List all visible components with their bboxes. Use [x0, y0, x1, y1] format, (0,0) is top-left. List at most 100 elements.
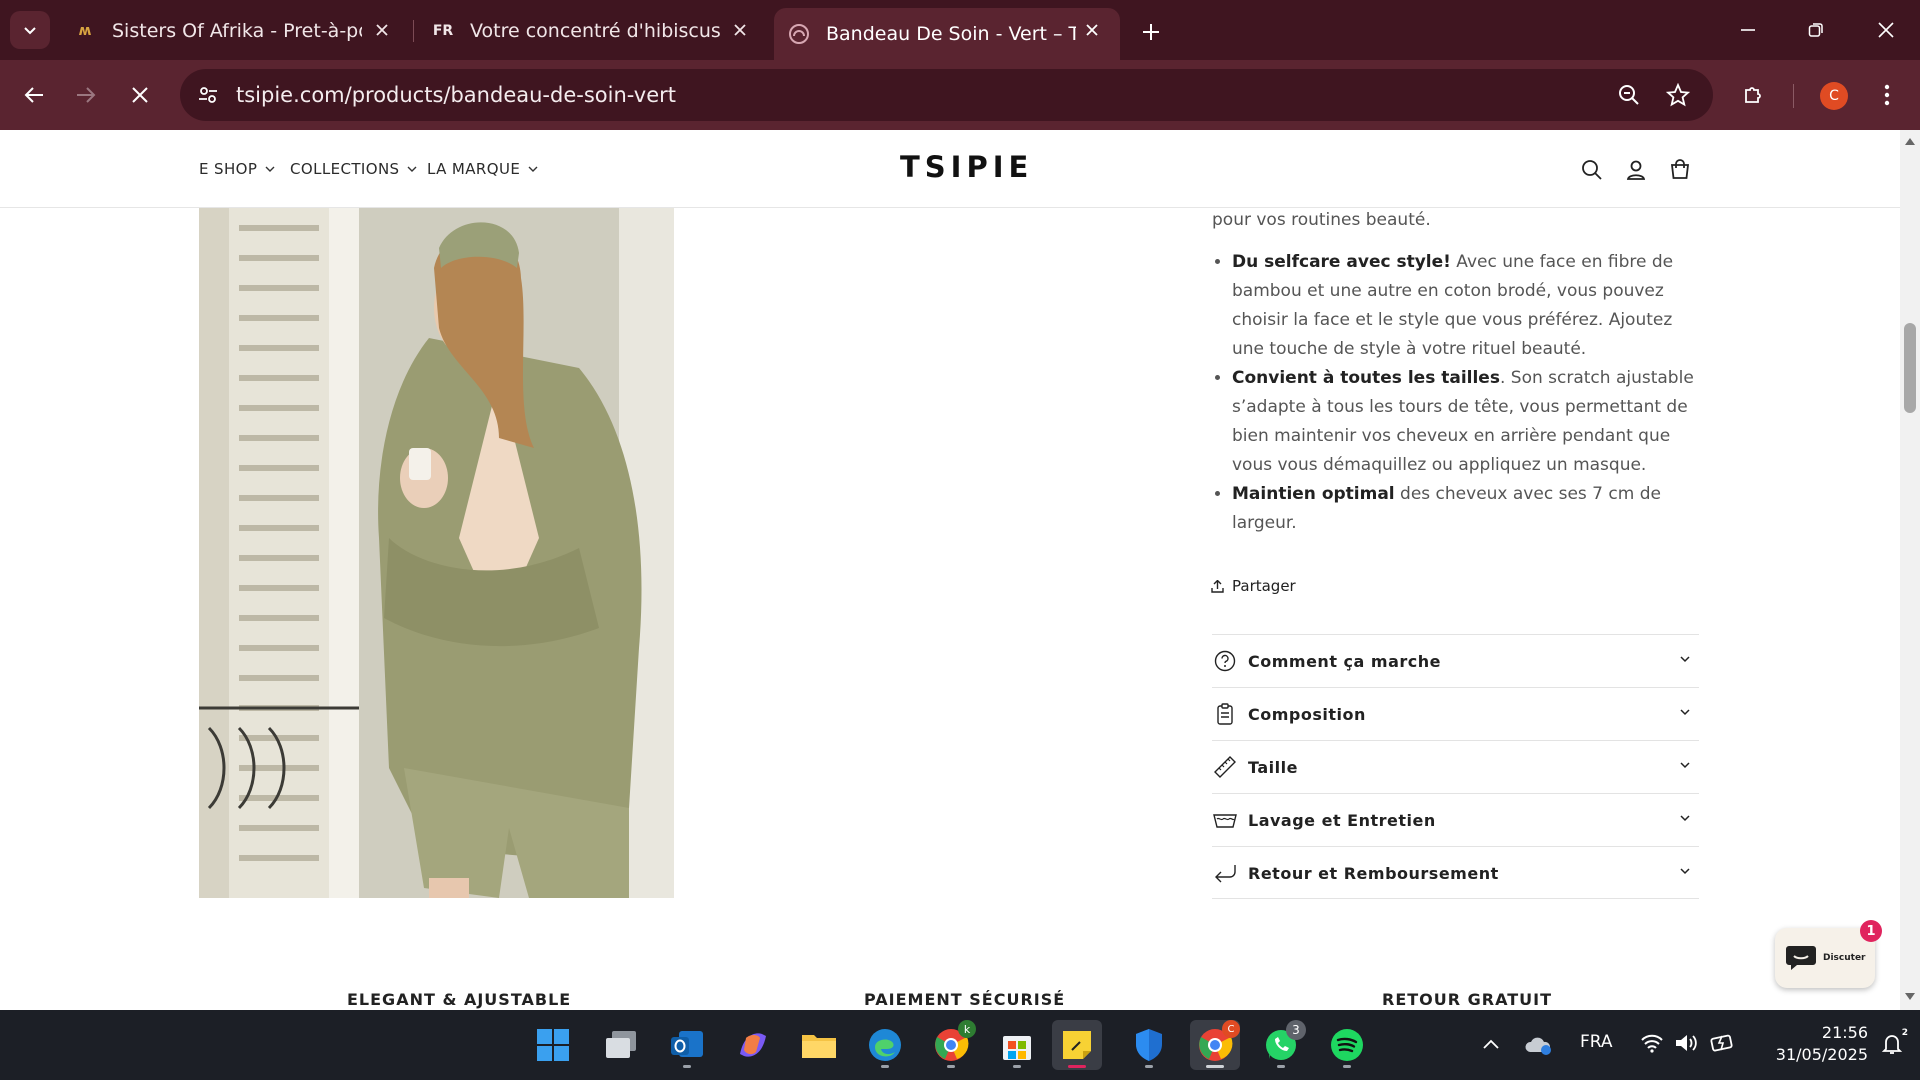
forward-button[interactable]	[66, 75, 106, 115]
site-logo[interactable]: TSIPIE	[900, 150, 1028, 184]
taskbar-whatsapp[interactable]: 3	[1256, 1020, 1306, 1070]
nav-label: E SHOP	[199, 160, 258, 178]
taskbar-sticky-notes[interactable]	[1052, 1020, 1102, 1070]
bookmark-star-icon[interactable]	[1662, 79, 1694, 111]
return-arrow-icon	[1212, 860, 1238, 886]
accordion-label: Lavage et Entretien	[1248, 810, 1436, 830]
tab-hibiscus[interactable]: FR Votre concentré d'hibiscus natu	[418, 8, 768, 53]
running-indicator	[947, 1065, 955, 1068]
running-indicator	[881, 1065, 889, 1068]
taskbar-chrome-profile-k[interactable]: k	[926, 1020, 976, 1070]
chevron-down-icon	[1680, 709, 1690, 716]
taskbar-microsoft-store[interactable]	[992, 1020, 1042, 1070]
task-view-button[interactable]	[596, 1020, 646, 1070]
account-icon[interactable]	[1622, 156, 1650, 184]
back-button[interactable]	[14, 75, 54, 115]
product-photo[interactable]	[199, 208, 674, 898]
address-bar[interactable]: tsipie.com/products/bandeau-de-soin-vert	[180, 69, 1713, 121]
puzzle-icon	[1745, 87, 1761, 103]
scrollbar-thumb[interactable]	[1904, 323, 1916, 413]
taskbar-defender[interactable]	[1124, 1020, 1174, 1070]
unread-badge: 3	[1286, 1020, 1306, 1040]
chevron-down-icon	[1680, 815, 1690, 822]
tab-bandeau-de-soin[interactable]: Bandeau De Soin - Vert – TSIPIE	[774, 8, 1120, 60]
taskbar-outlook[interactable]	[662, 1020, 712, 1070]
ruler-icon	[1212, 754, 1238, 780]
close-icon[interactable]	[370, 18, 394, 42]
wifi-icon[interactable]	[1640, 1032, 1664, 1054]
search-icon[interactable]	[1578, 156, 1606, 184]
stop-loading-button[interactable]	[120, 75, 160, 115]
taskbar-copilot[interactable]	[728, 1020, 778, 1070]
accordion-retour-remboursement[interactable]: Retour et Remboursement	[1212, 846, 1699, 899]
scroll-up-icon[interactable]	[1904, 136, 1916, 146]
chat-widget-button[interactable]: Discuter	[1775, 928, 1875, 988]
accordion-composition[interactable]: Composition	[1212, 687, 1699, 740]
chevron-down-icon	[24, 27, 36, 35]
volume-icon[interactable]	[1674, 1032, 1698, 1054]
input-language[interactable]: FRA	[1580, 1032, 1613, 1052]
accordion-label: Taille	[1248, 757, 1298, 777]
zoom-icon[interactable]	[1613, 79, 1645, 111]
taskbar-file-explorer[interactable]	[794, 1020, 844, 1070]
battery-charging-icon[interactable]	[1710, 1032, 1736, 1054]
feature-list: Du selfcare avec style! Avec une face en…	[1212, 248, 1702, 538]
clock-time: 21:56	[1821, 1023, 1868, 1042]
onedrive-icon[interactable]	[1524, 1034, 1554, 1056]
running-indicator	[1206, 1065, 1224, 1068]
running-indicator	[1343, 1065, 1351, 1068]
notifications-button[interactable]: 2	[1880, 1028, 1908, 1058]
nav-eshop[interactable]: E SHOP	[199, 160, 275, 178]
task-view-icon	[606, 1031, 636, 1058]
minimize-button[interactable]	[1726, 10, 1770, 50]
start-button[interactable]	[528, 1020, 578, 1070]
chat-label: Discuter	[1823, 953, 1866, 963]
badge-paiement-securise: PAIEMENT SÉCURISÉ	[864, 990, 1066, 1009]
list-item: Du selfcare avec style! Avec une face en…	[1232, 248, 1702, 364]
close-icon	[132, 87, 148, 103]
site-settings-icon[interactable]	[192, 79, 224, 111]
browser-menu-button[interactable]	[1867, 75, 1907, 115]
site-header: E SHOP COLLECTIONS LA MARQUE TSIPIE	[0, 130, 1900, 208]
new-tab-button[interactable]	[1133, 14, 1169, 50]
tab-sisters-of-afrika[interactable]: ʍ Sisters Of Afrika - Pret-à-porter	[60, 8, 410, 53]
close-window-button[interactable]	[1864, 10, 1908, 50]
nav-la-marque[interactable]: LA MARQUE	[427, 160, 538, 178]
taskbar-clock[interactable]: 21:56 31/05/2025	[1758, 1022, 1868, 1066]
tray-overflow-chevron-icon[interactable]	[1482, 1038, 1500, 1050]
store-icon	[1003, 1036, 1031, 1060]
running-indicator	[1277, 1065, 1285, 1068]
accordion-taille[interactable]: Taille	[1212, 740, 1699, 793]
tab-search-button[interactable]	[10, 11, 50, 49]
accordion-lavage-entretien[interactable]: Lavage et Entretien	[1212, 793, 1699, 846]
page-scrollbar[interactable]	[1900, 130, 1920, 1010]
profile-avatar[interactable]: C	[1820, 82, 1848, 110]
browser-toolbar: tsipie.com/products/bandeau-de-soin-vert…	[0, 60, 1920, 130]
cart-icon[interactable]	[1666, 156, 1694, 184]
nav-collections[interactable]: COLLECTIONS	[290, 160, 417, 178]
accordion-label: Retour et Remboursement	[1248, 863, 1499, 883]
chevron-down-icon	[1680, 868, 1690, 875]
minimize-icon	[1741, 29, 1755, 31]
url-text: tsipie.com/products/bandeau-de-soin-vert	[236, 83, 676, 107]
chat-notification-badge: 1	[1860, 920, 1882, 942]
outlook-icon	[671, 1031, 703, 1057]
share-button[interactable]: Partager	[1211, 577, 1296, 595]
extensions-button[interactable]	[1734, 75, 1774, 115]
product-description-intro: pour vos routines beauté.	[1212, 210, 1431, 230]
profile-badge: k	[958, 1020, 976, 1038]
running-indicator	[1145, 1065, 1153, 1068]
accordion-label: Composition	[1248, 704, 1366, 724]
chevron-down-icon	[407, 166, 417, 172]
scroll-down-icon[interactable]	[1904, 992, 1916, 1002]
close-icon[interactable]	[728, 18, 752, 42]
accordion-comment-ca-marche[interactable]: Comment ça marche	[1212, 634, 1699, 687]
close-icon[interactable]	[1080, 18, 1104, 42]
spotify-icon	[1331, 1029, 1363, 1061]
taskbar-spotify[interactable]	[1322, 1020, 1372, 1070]
taskbar-chrome-profile-c[interactable]: C	[1190, 1020, 1240, 1070]
product-photo-illustration	[199, 208, 674, 898]
taskbar-edge[interactable]	[860, 1020, 910, 1070]
close-icon	[1878, 22, 1894, 38]
restore-button[interactable]	[1794, 10, 1838, 50]
